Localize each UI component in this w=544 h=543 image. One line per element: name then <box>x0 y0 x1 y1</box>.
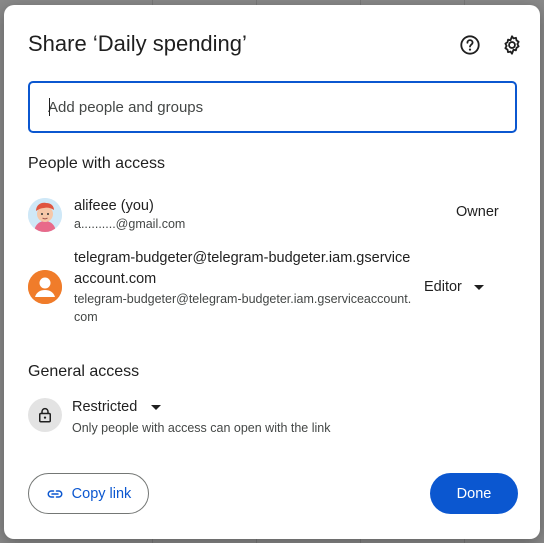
general-access-heading: General access <box>28 363 140 380</box>
link-icon <box>46 485 64 503</box>
text-cursor <box>49 98 50 116</box>
access-description: Only people with access can open with th… <box>72 421 331 435</box>
help-circle-icon[interactable] <box>458 33 482 57</box>
gear-icon[interactable] <box>500 33 524 57</box>
person-icon <box>28 270 62 304</box>
role-owner-label: Owner <box>456 204 499 220</box>
copy-link-button[interactable]: Copy link <box>28 473 149 514</box>
share-dialog: Share ‘Daily spending’ People with acces… <box>4 5 540 539</box>
person-email: a..........@gmail.com <box>74 217 186 231</box>
dialog-title: Share ‘Daily spending’ <box>28 31 247 56</box>
access-level-label: Restricted <box>72 399 138 415</box>
person-name: alifeee (you) <box>74 198 154 214</box>
lock-icon <box>28 398 62 432</box>
avatar <box>28 198 62 232</box>
done-button[interactable]: Done <box>430 473 518 514</box>
general-access-dropdown[interactable]: Restricted <box>72 396 162 418</box>
dropdown-arrow-icon <box>151 404 162 410</box>
role-editor-dropdown[interactable]: Editor <box>424 275 484 299</box>
copy-link-label: Copy link <box>71 485 132 502</box>
add-people-input[interactable] <box>28 81 517 133</box>
people-with-access-heading: People with access <box>28 155 165 172</box>
person-email: telegram-budgeter@telegram-budgeter.iam.… <box>74 292 412 324</box>
person-name: telegram-budgeter@telegram-budgeter.iam.… <box>74 250 411 287</box>
dropdown-arrow-icon <box>473 284 484 290</box>
role-editor-label: Editor <box>424 279 462 295</box>
